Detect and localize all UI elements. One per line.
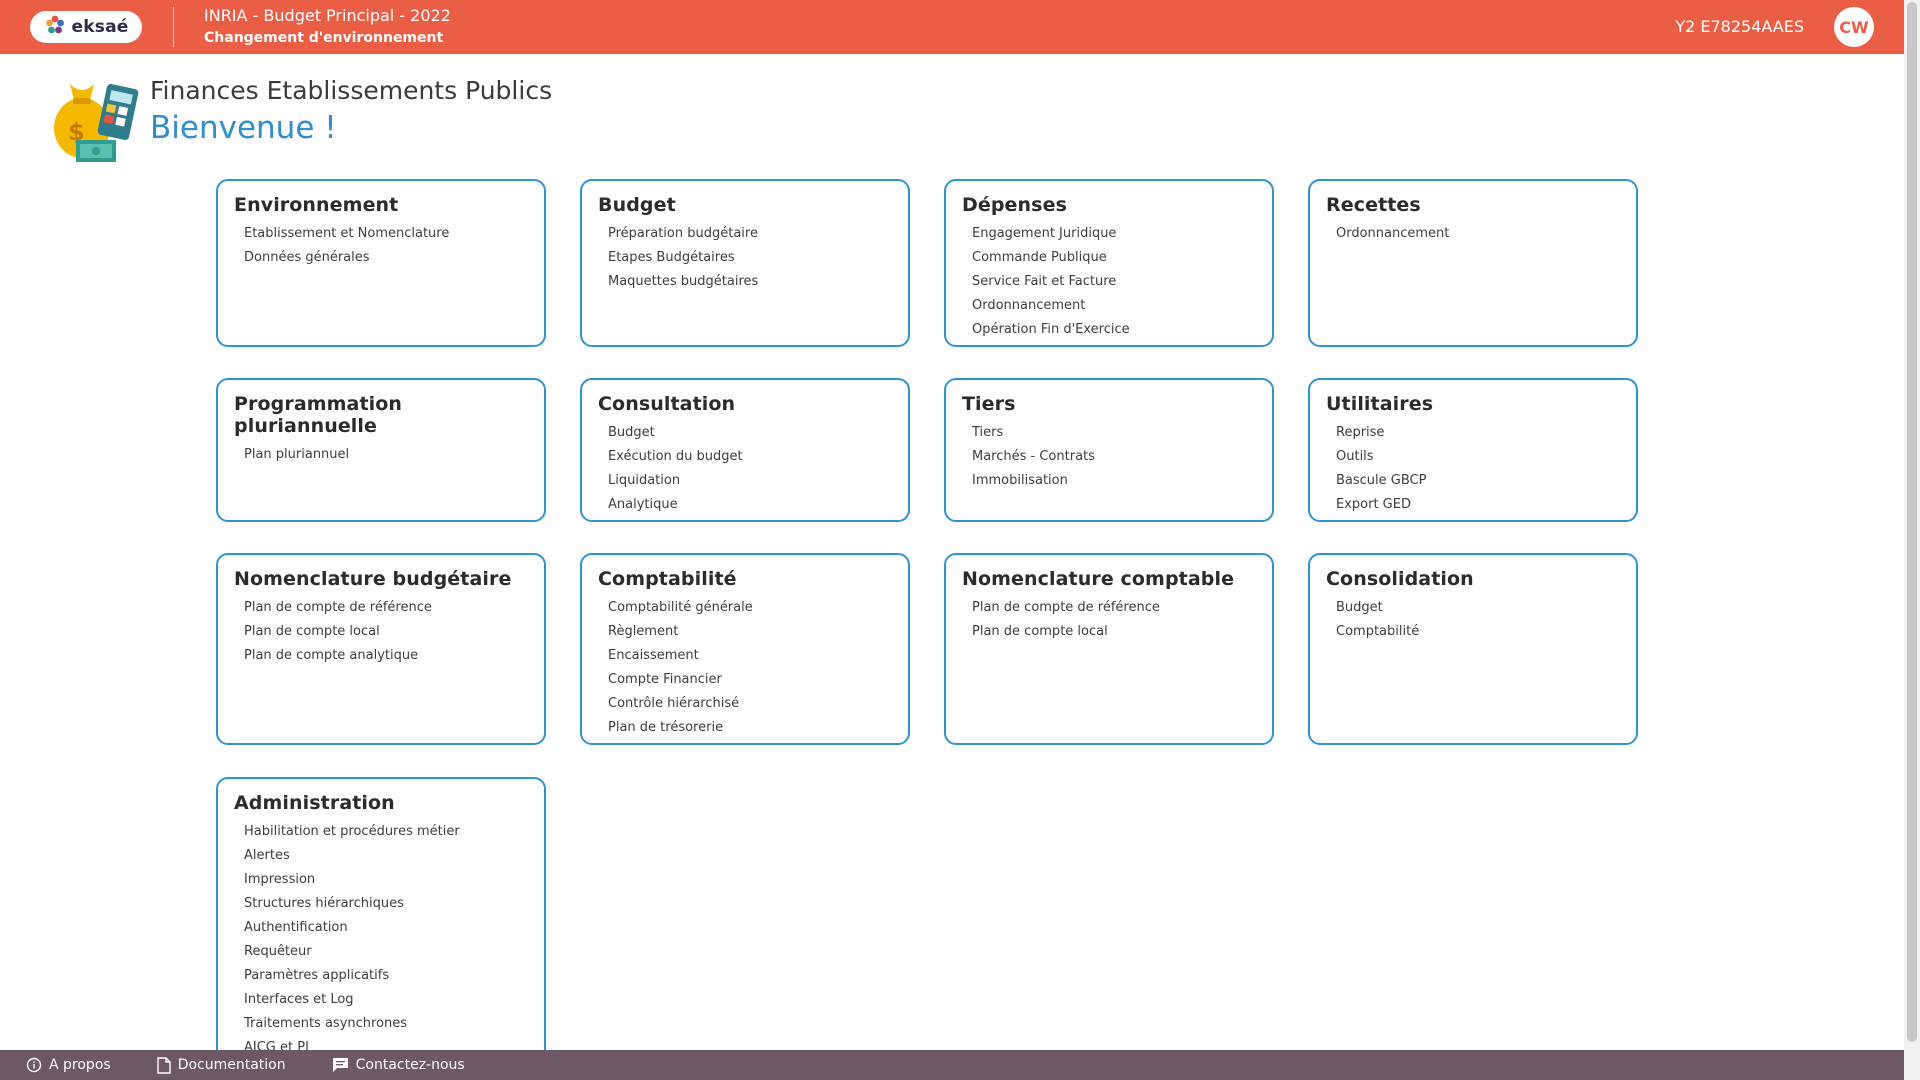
menu-link[interactable]: Marchés - Contrats [972, 445, 1256, 469]
menu-link[interactable]: Budget [1336, 596, 1620, 620]
menu-link[interactable]: Comptabilité [1336, 620, 1620, 644]
menu-link[interactable]: Données générales [244, 246, 528, 270]
card-title: Environnement [234, 194, 399, 216]
menu-link[interactable]: Outils [1336, 445, 1620, 469]
menu-link[interactable]: Tiers [972, 421, 1256, 445]
menu-link[interactable]: Habilitation et procédures métier [244, 820, 528, 844]
menu-link[interactable]: Alertes [244, 844, 528, 868]
menu-link[interactable]: Engagement Juridique [972, 222, 1256, 246]
about-label: A propos [49, 1057, 111, 1073]
card-title: Budget [598, 194, 676, 216]
menu-link[interactable]: Plan de compte de référence [244, 596, 528, 620]
menu-link[interactable]: Compte Financier [608, 668, 892, 692]
menu-link[interactable]: Contrôle hiérarchisé [608, 692, 892, 716]
card-recettes: Recettes Ordonnancement [1308, 179, 1638, 347]
card-title: Nomenclature comptable [962, 568, 1235, 590]
document-icon [156, 1056, 171, 1074]
menu-link[interactable]: Immobilisation [972, 469, 1256, 493]
card-environnement: Environnement Etablissement et Nomenclat… [216, 179, 546, 347]
footer-bar: A propos Documentation Contactez-nous [0, 1050, 1904, 1080]
top-bar: eksaé INRIA - Budget Principal - 2022 Ch… [0, 0, 1904, 54]
chat-icon [332, 1057, 349, 1073]
card-title: Administration [234, 792, 395, 814]
menu-link[interactable]: Plan de trésorerie [608, 716, 892, 740]
menu-link[interactable]: Interfaces et Log [244, 988, 528, 1012]
scrollbar-thumb[interactable] [1907, 2, 1917, 1042]
header-divider [173, 7, 174, 47]
info-icon [26, 1057, 42, 1073]
card-administration: Administration Habilitation et procédure… [216, 777, 546, 1077]
app-title: Finances Etablissements Publics [150, 76, 553, 105]
menu-link[interactable]: Préparation budgétaire [608, 222, 892, 246]
menu-link[interactable]: Traitements asynchrones [244, 1012, 528, 1036]
menu-link[interactable]: Plan de compte de référence [972, 596, 1256, 620]
menu-link[interactable]: Plan de compte local [972, 620, 1256, 644]
menu-link[interactable]: Budget [608, 421, 892, 445]
menu-link[interactable]: Impression [244, 868, 528, 892]
menu-link[interactable]: Plan de compte analytique [244, 644, 528, 668]
documentation-link[interactable]: Documentation [156, 1056, 286, 1074]
menu-link[interactable]: Liquidation [608, 469, 892, 493]
menu-link[interactable]: Exécution du budget [608, 445, 892, 469]
menu-link[interactable]: Bascule GBCP [1336, 469, 1620, 493]
menu-link[interactable]: Opération Fin d'Exercice [972, 318, 1256, 342]
menu-link[interactable]: Authentification [244, 916, 528, 940]
menu-link[interactable]: Service Fait et Facture [972, 270, 1256, 294]
card-title: Comptabilité [598, 568, 737, 590]
card-title: Recettes [1326, 194, 1421, 216]
menu-link[interactable]: Etablissement et Nomenclature [244, 222, 528, 246]
environment-title: INRIA - Budget Principal - 2022 [204, 6, 451, 25]
card-consolidation: Consolidation Budget Comptabilité [1308, 553, 1638, 745]
card-programmation-pluriannuelle: Programmation pluriannuelle Plan plurian… [216, 378, 546, 522]
menu-link[interactable]: Analytique [608, 493, 892, 517]
page-scrollbar[interactable] [1904, 0, 1920, 1080]
card-title: Utilitaires [1326, 393, 1434, 415]
menu-link[interactable]: Plan de compte local [244, 620, 528, 644]
documentation-label: Documentation [177, 1057, 286, 1073]
change-environment-link[interactable]: Changement d'environnement [204, 30, 443, 46]
menu-link[interactable]: Commande Publique [972, 246, 1256, 270]
menu-link[interactable]: Règlement [608, 620, 892, 644]
welcome-heading: Bienvenue ! [150, 110, 337, 146]
contact-link[interactable]: Contactez-nous [332, 1057, 465, 1073]
menu-link[interactable]: Reprise [1336, 421, 1620, 445]
card-nomenclature-comptable: Nomenclature comptable Plan de compte de… [944, 553, 1274, 745]
card-tiers: Tiers Tiers Marchés - Contrats Immobilis… [944, 378, 1274, 522]
card-depenses: Dépenses Engagement Juridique Commande P… [944, 179, 1274, 347]
flower-logo-icon [44, 14, 66, 40]
menu-link[interactable]: Comptabilité générale [608, 596, 892, 620]
menu-link[interactable]: Etapes Budgétaires [608, 246, 892, 270]
menu-link[interactable]: Ordonnancement [972, 294, 1256, 318]
finance-moneybag-icon: $ [46, 70, 142, 166]
contact-label: Contactez-nous [355, 1057, 465, 1073]
card-comptabilite: Comptabilité Comptabilité générale Règle… [580, 553, 910, 745]
about-link[interactable]: A propos [26, 1057, 111, 1073]
card-nomenclature-budgetaire: Nomenclature budgétaire Plan de compte d… [216, 553, 546, 745]
menu-link[interactable]: Plan pluriannuel [244, 443, 528, 467]
card-title: Nomenclature budgétaire [234, 568, 512, 590]
menu-link[interactable]: Export GED [1336, 493, 1620, 517]
card-budget: Budget Préparation budgétaire Etapes Bud… [580, 179, 910, 347]
menu-link[interactable]: Encaissement [608, 644, 892, 668]
user-avatar[interactable]: CW [1834, 7, 1874, 47]
menu-link[interactable]: Requêteur [244, 940, 528, 964]
menu-link[interactable]: Maquettes budgétaires [608, 270, 892, 294]
eksae-logo[interactable]: eksaé [30, 11, 142, 43]
menu-link[interactable]: Structures hiérarchiques [244, 892, 528, 916]
card-title: Consolidation [1326, 568, 1474, 590]
card-title: Dépenses [962, 194, 1067, 216]
card-title: Programmation pluriannuelle [234, 393, 403, 437]
card-title: Consultation [598, 393, 736, 415]
card-utilitaires: Utilitaires Reprise Outils Bascule GBCP … [1308, 378, 1638, 522]
environment-code: Y2 E78254AAES [1675, 17, 1804, 36]
logo-text: eksaé [71, 17, 129, 37]
menu-link[interactable]: Ordonnancement [1336, 222, 1620, 246]
card-consultation: Consultation Budget Exécution du budget … [580, 378, 910, 522]
menu-link[interactable]: Paramètres applicatifs [244, 964, 528, 988]
card-title: Tiers [962, 393, 1016, 415]
